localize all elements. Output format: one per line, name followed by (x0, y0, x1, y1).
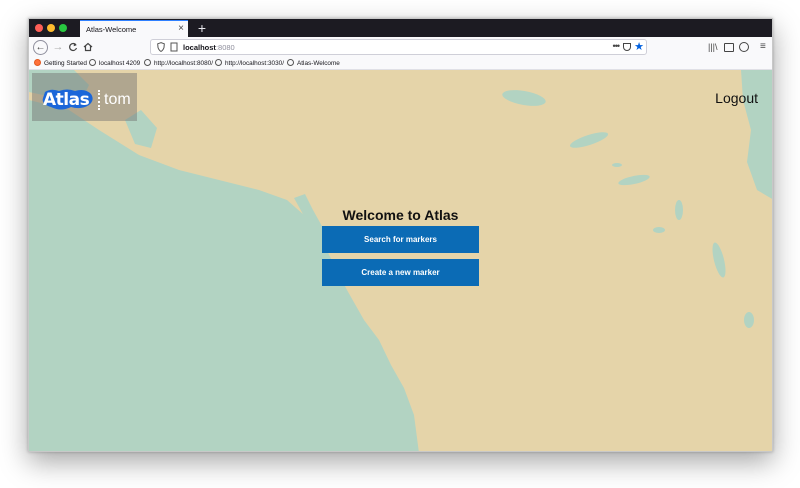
bookmark-label: http://localhost:8080/ (154, 60, 213, 67)
brand-divider (98, 90, 100, 110)
minimize-window-button[interactable] (47, 24, 55, 32)
create-marker-button[interactable]: Create a new marker (322, 259, 479, 286)
bookmark-label: Atlas-Welcome (297, 60, 340, 67)
bookmark-localhost-4209[interactable]: localhost 4209 (89, 59, 140, 68)
bookmark-localhost-3030[interactable]: http://localhost:3030/ (215, 59, 284, 68)
url-text[interactable]: localhost:8080 (183, 43, 235, 52)
small-lake (612, 163, 622, 167)
sidebar-icon[interactable] (724, 43, 734, 52)
url-host: localhost (183, 43, 216, 52)
bookmark-getting-started[interactable]: Getting Started (34, 59, 87, 68)
new-tab-button[interactable]: + (194, 19, 210, 37)
small-lake (744, 312, 754, 328)
small-lake (653, 227, 665, 233)
atlas-page: Atlas tom Logout Welcome to Atlas Search… (29, 70, 772, 451)
reload-button[interactable] (65, 39, 81, 55)
tab-close-icon[interactable]: × (178, 23, 184, 35)
home-icon (83, 42, 93, 52)
reload-icon (69, 42, 78, 52)
bookmark-atlas-welcome[interactable]: Atlas-Welcome (287, 59, 340, 68)
nav-toolbar: ← → localhost:8080 ••• ★ |||\ ≡ (29, 37, 772, 57)
globe-icon (215, 59, 222, 66)
close-window-button[interactable] (35, 24, 43, 32)
logout-link[interactable]: Logout (715, 90, 758, 106)
page-info-icon[interactable] (170, 42, 178, 52)
back-button[interactable]: ← (33, 40, 48, 55)
browser-window: Atlas-Welcome × + ← → localhost:8080 •••… (28, 18, 773, 452)
bookmark-label: Getting Started (44, 60, 87, 67)
menu-icon[interactable]: ≡ (760, 40, 766, 54)
globe-icon (89, 59, 96, 66)
firefox-icon (34, 59, 41, 66)
forward-button[interactable]: → (50, 39, 66, 55)
bookmark-localhost-8080[interactable]: http://localhost:8080/ (144, 59, 213, 68)
tab-atlas-welcome[interactable]: Atlas-Welcome × (80, 20, 188, 37)
globe-icon (144, 59, 151, 66)
library-icon[interactable]: |||\ (708, 40, 718, 54)
bookmark-star-icon[interactable]: ★ (634, 40, 644, 54)
pocket-icon[interactable] (623, 43, 631, 51)
account-icon[interactable] (739, 42, 749, 52)
username-label: tom (104, 91, 131, 108)
url-bar[interactable]: localhost:8080 ••• ★ (150, 39, 647, 55)
page-actions-icon[interactable]: ••• (613, 41, 621, 51)
bookmark-label: localhost 4209 (99, 60, 141, 67)
tab-strip: Atlas-Welcome × + (29, 19, 772, 37)
url-port: :8080 (215, 43, 235, 52)
welcome-heading: Welcome to Atlas (342, 207, 459, 223)
brand-header[interactable]: Atlas tom (32, 73, 137, 121)
search-markers-button[interactable]: Search for markers (322, 226, 479, 253)
atlas-logo-text: Atlas (43, 90, 90, 110)
shield-icon[interactable] (157, 42, 165, 52)
home-button[interactable] (80, 39, 96, 55)
zoom-window-button[interactable] (59, 24, 67, 32)
bookmarks-bar: Getting Started localhost 4209 http://lo… (29, 57, 772, 70)
globe-icon (287, 59, 294, 66)
tab-title: Atlas-Welcome (86, 25, 137, 34)
bookmark-label: http://localhost:3030/ (225, 60, 284, 67)
